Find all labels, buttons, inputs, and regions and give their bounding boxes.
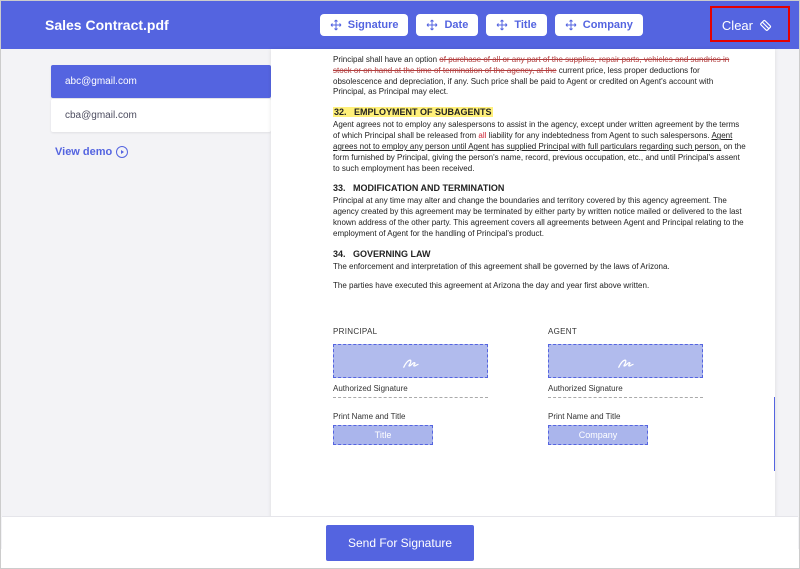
tool-company[interactable]: Company — [555, 14, 643, 36]
contact-item[interactable]: cba@gmail.com — [51, 99, 271, 132]
printname-label: Print Name and Title — [333, 412, 488, 423]
topbar: Sales Contract.pdf Signature Date Title … — [1, 1, 799, 49]
section-34-body-2: The parties have executed this agreement… — [333, 281, 747, 292]
document-filename: Sales Contract.pdf — [45, 17, 169, 33]
bottom-bar: Send For Signature — [2, 516, 798, 568]
section-34-body-1: The enforcement and interpretation of th… — [333, 262, 747, 273]
move-icon — [496, 19, 508, 31]
clear-button[interactable]: Clear — [712, 12, 783, 39]
tool-label: Company — [583, 19, 633, 31]
agent-column: AGENT Authorized Signature Print Name an… — [548, 327, 703, 444]
signature-row: PRINCIPAL Authorized Signature Print Nam… — [333, 327, 747, 444]
move-icon — [426, 19, 438, 31]
tool-date[interactable]: Date — [416, 14, 478, 36]
principal-signature-field[interactable] — [333, 344, 488, 378]
authorized-label: Authorized Signature — [548, 384, 703, 398]
move-icon — [330, 19, 342, 31]
tool-label: Signature — [348, 19, 399, 31]
tool-label: Date — [444, 19, 468, 31]
section-32-body: Agent agrees not to employ any salespers… — [333, 120, 747, 174]
send-for-signature-button[interactable]: Send For Signature — [326, 525, 474, 561]
clear-label: Clear — [722, 18, 753, 33]
move-icon — [565, 19, 577, 31]
title-field[interactable]: Title — [333, 425, 433, 445]
agent-label: AGENT — [548, 327, 703, 338]
principal-label: PRINCIPAL — [333, 327, 488, 338]
content: abc@gmail.com cba@gmail.com View demo Pr… — [1, 49, 799, 549]
intro-paragraph: Principal shall have an option of purcha… — [333, 55, 747, 98]
scroll-marker — [774, 397, 775, 471]
agent-signature-field[interactable] — [548, 344, 703, 378]
tool-title[interactable]: Title — [486, 14, 546, 36]
company-field[interactable]: Company — [548, 425, 648, 445]
section-34-heading: 34. GOVERNING LAW — [333, 248, 747, 260]
eraser-icon — [759, 18, 773, 32]
principal-column: PRINCIPAL Authorized Signature Print Nam… — [333, 327, 488, 444]
view-demo-link[interactable]: View demo — [55, 146, 271, 158]
signature-icon — [401, 351, 421, 371]
section-33-heading: 33. MODIFICATION AND TERMINATION — [333, 182, 747, 194]
section-32-heading: 32. EMPLOYMENT OF SUBAGENTS — [333, 106, 747, 118]
printname-label: Print Name and Title — [548, 412, 703, 423]
tool-label: Title — [514, 19, 536, 31]
view-demo-label: View demo — [55, 146, 112, 158]
authorized-label: Authorized Signature — [333, 384, 488, 398]
signature-icon — [616, 351, 636, 371]
sidebar: abc@gmail.com cba@gmail.com View demo — [1, 49, 271, 549]
contact-item[interactable]: abc@gmail.com — [51, 65, 271, 98]
tool-signature[interactable]: Signature — [320, 14, 409, 36]
section-33-body: Principal at any time may alter and chan… — [333, 196, 747, 239]
play-icon — [116, 146, 128, 158]
tool-row: Signature Date Title Company — [320, 14, 643, 36]
document-viewer[interactable]: Principal shall have an option of purcha… — [271, 49, 775, 549]
